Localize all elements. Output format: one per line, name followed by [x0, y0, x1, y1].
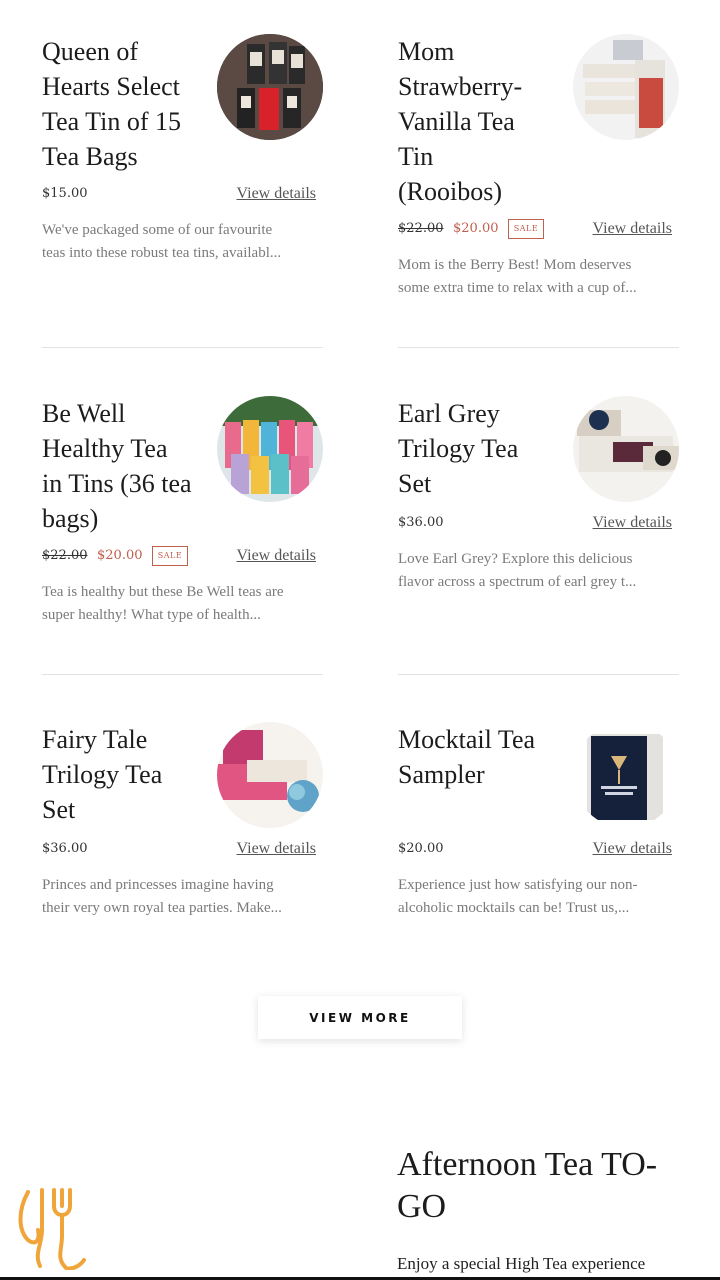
view-details-link[interactable]: View details — [237, 185, 316, 203]
product-description: Princes and princesses imagine having th… — [42, 874, 324, 920]
product-image[interactable] — [217, 722, 323, 828]
view-details-link[interactable]: View details — [237, 547, 316, 565]
product-title[interactable]: Mom Strawberry-Vanilla Tea Tin (Rooibos) — [398, 34, 538, 209]
product-description: Tea is healthy but these Be Well teas ar… — [42, 581, 324, 627]
price-row: $36.00 View details — [42, 839, 322, 861]
product-price: $20.00 — [398, 841, 444, 856]
product-title[interactable]: Be Well Healthy Tea in Tins (36 tea bags… — [42, 396, 192, 536]
product-title[interactable]: Earl Grey Trilogy Tea Set — [398, 396, 548, 501]
product-description: We've packaged some of our favourite tea… — [42, 219, 324, 265]
description-line-2: alcoholic mocktails can be! Trust us,... — [398, 900, 630, 916]
view-details-link[interactable]: View details — [593, 840, 672, 858]
description-line-2: flavor across a spectrum of earl grey t.… — [398, 574, 637, 590]
price-row: $15.00 View details — [42, 184, 322, 206]
sale-badge: SALE — [152, 546, 188, 566]
divider — [42, 347, 323, 348]
price-row: $20.00 View details — [398, 839, 678, 861]
original-price: $22.00 — [398, 221, 444, 236]
product-image[interactable] — [217, 34, 323, 140]
view-more-button[interactable]: VIEW MORE — [258, 996, 462, 1039]
description-line-2: some extra time to relax with a cup of..… — [398, 280, 637, 296]
price-row: $22.00 $20.00 SALE View details — [42, 546, 322, 568]
description-line-2: teas into these robust tea tins, availab… — [42, 245, 282, 261]
product-title[interactable]: Fairy Tale Trilogy Tea Set — [42, 722, 192, 827]
product-image[interactable] — [217, 396, 323, 502]
product-title[interactable]: Mocktail Tea Sampler — [398, 722, 558, 792]
fork-spoon-logo-icon[interactable] — [14, 1184, 90, 1271]
description-line-1: Tea is healthy but these Be Well teas ar… — [42, 584, 284, 600]
sale-price: $20.00 — [97, 548, 143, 563]
view-details-link[interactable]: View details — [593, 220, 672, 238]
section-title: Afternoon Tea TO-GO — [397, 1146, 658, 1225]
view-details-link[interactable]: View details — [593, 514, 672, 532]
product-description: Mom is the Berry Best! Mom deserves some… — [398, 254, 680, 300]
product-price: $15.00 — [42, 186, 88, 201]
description-line-1: Princes and princesses imagine having — [42, 877, 274, 893]
section-text: Enjoy a special High Tea experience — [397, 1254, 646, 1273]
product-image[interactable] — [573, 396, 679, 502]
divider — [398, 674, 679, 675]
product-description: Love Earl Grey? Explore this delicious f… — [398, 548, 680, 594]
product-price: $36.00 — [398, 515, 444, 530]
description-line-2: their very own royal tea parties. Make..… — [42, 900, 282, 916]
product-image[interactable] — [573, 722, 679, 828]
description-line-1: We've packaged some of our favourite — [42, 222, 273, 238]
price-row: $22.00 $20.00 SALE View details — [398, 219, 678, 241]
product-title[interactable]: Queen of Hearts Select Tea Tin of 15 Tea… — [42, 34, 212, 174]
product-image[interactable] — [573, 34, 679, 140]
description-line-2: super healthy! What type of health... — [42, 607, 261, 623]
product-description: Experience just how satisfying our non- … — [398, 874, 680, 920]
view-details-link[interactable]: View details — [237, 840, 316, 858]
sale-badge: SALE — [508, 219, 544, 239]
product-price: $36.00 — [42, 841, 88, 856]
description-line-1: Mom is the Berry Best! Mom deserves — [398, 257, 632, 273]
description-line-1: Love Earl Grey? Explore this delicious — [398, 551, 633, 567]
divider — [398, 347, 679, 348]
description-line-1: Experience just how satisfying our non- — [398, 877, 638, 893]
divider — [42, 674, 323, 675]
original-price: $22.00 — [42, 548, 88, 563]
price-row: $36.00 View details — [398, 513, 678, 535]
sale-price: $20.00 — [453, 221, 499, 236]
